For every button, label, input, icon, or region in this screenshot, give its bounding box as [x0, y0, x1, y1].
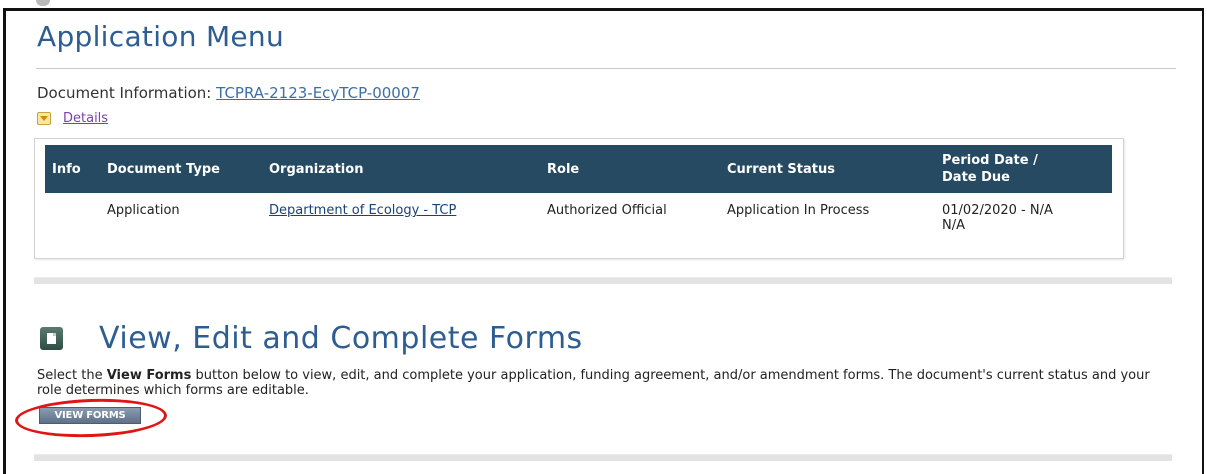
- header-fragment: [36, 0, 50, 6]
- period-header-line1: Period Date /: [942, 153, 1038, 168]
- cell-document-type: Application: [107, 203, 180, 218]
- document-info-label: Document Information:: [37, 84, 212, 102]
- instructions-bold: View Forms: [106, 368, 192, 383]
- document-number-link[interactable]: TCPRA-2123-EcyTCP-00007: [216, 84, 420, 102]
- period-date-line1: 01/02/2020 - N/A: [942, 203, 1053, 218]
- col-header-info: Info: [52, 161, 81, 177]
- col-header-document-type: Document Type: [107, 161, 220, 177]
- page-title: Application Menu: [37, 20, 285, 53]
- cell-role: Authorized Official: [547, 203, 667, 218]
- instructions-suffix: button below to view, edit, and complete…: [37, 368, 1150, 398]
- document-info-table: Info Document Type Organization Role Cur…: [45, 145, 1112, 233]
- document-information: Document Information: TCPRA-2123-EcyTCP-…: [37, 84, 420, 102]
- col-header-organization: Organization: [269, 161, 364, 177]
- document-icon: [40, 327, 63, 350]
- col-header-current-status: Current Status: [727, 161, 835, 177]
- section-divider: [34, 277, 1172, 284]
- cell-current-status: Application In Process: [727, 203, 870, 218]
- table-header-row: Info Document Type Organization Role Cur…: [45, 145, 1112, 193]
- cell-period-date: 01/02/2020 - N/A N/A: [935, 193, 1112, 233]
- details-link[interactable]: Details: [63, 111, 108, 126]
- bottom-divider: [34, 454, 1172, 461]
- forms-section-header: View, Edit and Complete Forms: [40, 321, 583, 356]
- col-header-role: Role: [547, 161, 580, 177]
- details-toggle-row[interactable]: Details: [37, 111, 108, 126]
- chevron-down-icon[interactable]: [37, 112, 51, 125]
- period-header-line2: Date Due: [942, 170, 1010, 185]
- cell-info: [45, 193, 100, 233]
- organization-link[interactable]: Department of Ecology - TCP: [269, 203, 456, 218]
- forms-section-title: View, Edit and Complete Forms: [99, 321, 583, 356]
- table-row: Application Department of Ecology - TCP …: [45, 193, 1112, 233]
- instructions-prefix: Select the: [37, 368, 107, 383]
- col-header-period-date: Period Date / Date Due: [935, 145, 1112, 193]
- cell-organization: Department of Ecology - TCP: [262, 193, 540, 233]
- title-divider: [36, 68, 1176, 69]
- document-info-table-panel: Info Document Type Organization Role Cur…: [34, 138, 1124, 259]
- forms-instructions: Select the View Forms button below to vi…: [37, 368, 1157, 398]
- period-date-line2: N/A: [942, 218, 965, 233]
- view-forms-button[interactable]: VIEW FORMS: [39, 407, 141, 424]
